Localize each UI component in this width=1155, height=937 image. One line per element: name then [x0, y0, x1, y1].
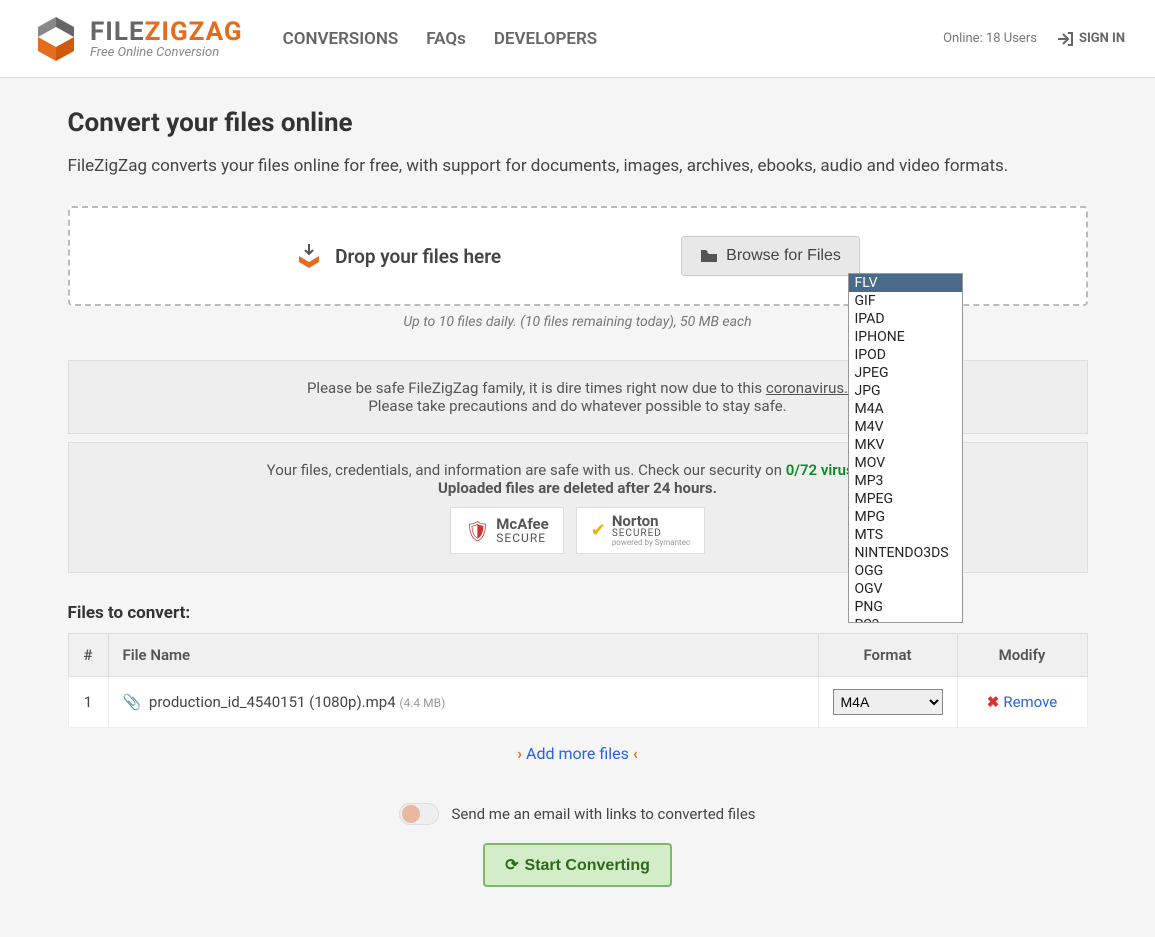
logo[interactable]: FILEZIGZAG Free Online Conversion [30, 13, 243, 65]
format-select[interactable]: M4A [833, 689, 943, 715]
logo-icon [30, 13, 82, 65]
logo-accent: ZIGZAG [145, 17, 243, 47]
row-filename: 📎 production_id_4540151 (1080p).mp4 (4.4… [108, 677, 818, 728]
start-converting-button[interactable]: ⟳ Start Converting [483, 843, 672, 887]
dropdown-option[interactable]: MPEG [849, 490, 962, 508]
dropdown-option[interactable]: NINTENDO3DS [849, 544, 962, 562]
dropdown-option[interactable]: FLV [849, 274, 962, 292]
norton-badge[interactable]: ✔ Norton SECURED powered by Symantec [576, 507, 705, 554]
row-num: 1 [68, 677, 108, 728]
col-format: Format [818, 634, 957, 677]
nav-developers[interactable]: DEVELOPERS [494, 29, 597, 49]
signin-button[interactable]: SIGN IN [1057, 31, 1125, 47]
col-num: # [68, 634, 108, 677]
dropdown-option[interactable]: JPEG [849, 364, 962, 382]
dropdown-option[interactable]: IPOD [849, 346, 962, 364]
page-title: Convert your files online [68, 108, 1088, 138]
remove-x-icon: ✖ [987, 693, 1000, 711]
logo-text: FILEZIGZAG Free Online Conversion [90, 17, 243, 60]
mcafee-badge[interactable]: 🛡 McAfee SECURE [450, 507, 564, 554]
dropdown-option[interactable]: MTS [849, 526, 962, 544]
dropdown-option[interactable]: OGG [849, 562, 962, 580]
toggle-knob [402, 805, 420, 823]
check-icon: ✔ [591, 520, 606, 541]
security-text-pre: Your files, credentials, and information… [267, 461, 786, 479]
email-toggle[interactable] [399, 803, 439, 825]
drop-label-wrap: Drop your files here [295, 242, 501, 270]
row-modify: ✖ Remove [957, 677, 1087, 728]
folder-icon [700, 249, 718, 263]
logo-subtitle: Free Online Conversion [90, 45, 243, 60]
logo-prefix: FILE [90, 17, 145, 47]
dropdown-option[interactable]: M4A [849, 400, 962, 418]
covid-text-2: Please take precautions and do whatever … [368, 397, 786, 415]
dropdown-option[interactable]: IPAD [849, 310, 962, 328]
mcafee-top: McAfee [496, 517, 548, 532]
start-label: Start Converting [525, 857, 650, 874]
security-text-2: Uploaded files are deleted after 24 hour… [438, 479, 717, 497]
dropdown-option[interactable]: JPG [849, 382, 962, 400]
attachment-icon: 📎 [123, 693, 142, 711]
chevron-left-icon: ‹ [633, 744, 638, 763]
signin-label: SIGN IN [1079, 31, 1125, 46]
row-format: M4A [818, 677, 957, 728]
page-description: FileZigZag converts your files online fo… [68, 156, 1088, 176]
norton-sub: powered by Symantec [612, 539, 690, 547]
dropdown-option[interactable]: GIF [849, 292, 962, 310]
dropdown-option[interactable]: PNG [849, 598, 962, 616]
mcafee-bottom: SECURE [496, 532, 548, 544]
header: FILEZIGZAG Free Online Conversion CONVER… [0, 0, 1155, 78]
file-name: production_id_4540151 (1080p).mp4 [149, 693, 396, 711]
coronavirus-link[interactable]: coronavirus. [766, 379, 848, 397]
add-more-files[interactable]: › Add more files ‹ [68, 744, 1088, 763]
dropdown-option[interactable]: PS3 [849, 616, 962, 623]
remove-button[interactable]: ✖ Remove [987, 693, 1058, 711]
dropdown-option[interactable]: M4V [849, 418, 962, 436]
dropdown-option[interactable]: OGV [849, 580, 962, 598]
file-size: (4.4 MB) [399, 696, 445, 710]
col-modify: Modify [957, 634, 1087, 677]
drop-label: Drop your files here [335, 245, 501, 268]
dropdown-option[interactable]: MKV [849, 436, 962, 454]
browse-label: Browse for Files [726, 247, 841, 265]
nav: CONVERSIONS FAQs DEVELOPERS [283, 29, 598, 49]
browse-button[interactable]: Browse for Files [681, 236, 860, 276]
nav-faqs[interactable]: FAQs [426, 29, 466, 49]
shield-icon: 🛡 [465, 519, 490, 543]
norton-top: Norton [612, 514, 690, 529]
add-more-label: Add more files [526, 744, 629, 763]
dropdown-option[interactable]: IPHONE [849, 328, 962, 346]
drop-icon [295, 242, 323, 270]
header-right: Online: 18 Users SIGN IN [943, 31, 1125, 47]
signin-icon [1057, 31, 1073, 47]
nav-conversions[interactable]: CONVERSIONS [283, 29, 399, 49]
email-toggle-row: Send me an email with links to converted… [68, 803, 1088, 825]
convert-icon: ⟳ [505, 857, 518, 874]
remove-label: Remove [1003, 693, 1057, 711]
files-table: # File Name Format Modify 1 📎 production… [68, 633, 1088, 728]
covid-text-pre: Please be safe FileZigZag family, it is … [307, 379, 766, 397]
online-users: Online: 18 Users [943, 31, 1037, 46]
dropdown-option[interactable]: MOV [849, 454, 962, 472]
dropdown-option[interactable]: MPG [849, 508, 962, 526]
chevron-right-icon: › [517, 744, 522, 763]
dropdown-option[interactable]: MP3 [849, 472, 962, 490]
format-dropdown-open[interactable]: FLVGIFIPADIPHONEIPODJPEGJPGM4AM4VMKVMOVM… [848, 273, 963, 623]
table-row: 1 📎 production_id_4540151 (1080p).mp4 (4… [68, 677, 1087, 728]
email-toggle-label: Send me an email with links to converted… [451, 805, 755, 823]
col-name: File Name [108, 634, 818, 677]
